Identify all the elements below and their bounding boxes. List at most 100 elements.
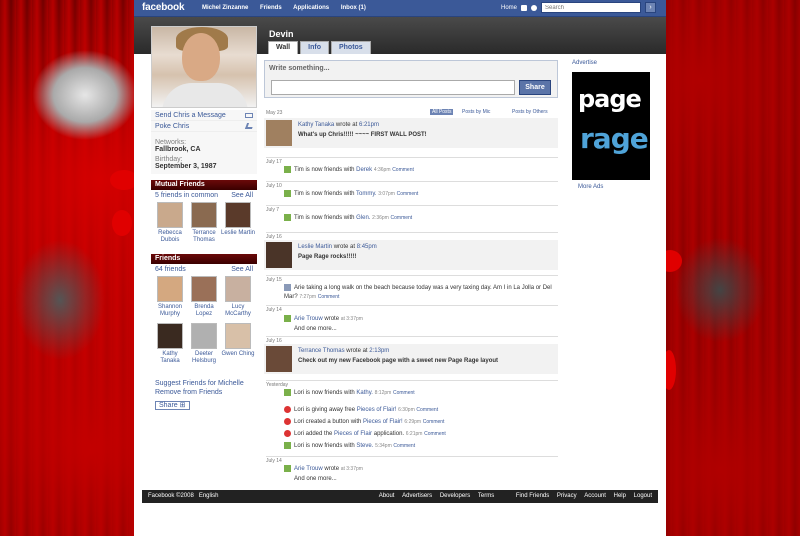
post-body: Page Rage rocks!!!!! (298, 254, 357, 260)
filter-date: May 23 (266, 110, 283, 116)
right-column: Advertise page rage More Ads (566, 60, 656, 190)
post-body: Check out my new Facebook page with a sw… (298, 358, 499, 364)
friend-tile[interactable]: Deeter Helsburg (187, 322, 221, 365)
status-icon (284, 284, 291, 291)
page-rage-ad[interactable]: page rage (572, 72, 650, 180)
friend-tile[interactable]: Brenda Lopez (187, 275, 221, 318)
friend-photo[interactable] (157, 202, 183, 228)
post-author[interactable]: Leslie Martin (298, 244, 332, 250)
friend-name[interactable]: Terrance Thomas (187, 230, 221, 244)
date-divider: July 17 (266, 157, 558, 165)
profile-picture[interactable] (151, 26, 257, 108)
home-link[interactable]: Home (501, 5, 517, 11)
friend-name[interactable]: Shannon Murphy (153, 304, 187, 318)
footer-link-privacy[interactable]: Privacy (557, 493, 577, 499)
left-column: Send Chris a Message Poke Chris Networks… (151, 110, 257, 410)
post-author[interactable]: Terrance Thomas (298, 348, 345, 354)
friend-photo[interactable] (191, 323, 217, 349)
friend-name[interactable]: Deeter Helsburg (187, 351, 221, 365)
friend-photo[interactable] (157, 276, 183, 302)
composer-share-button[interactable]: Share (519, 80, 551, 95)
share-profile-button[interactable]: Share ⊞ (155, 401, 190, 410)
tab-info[interactable]: Info (300, 41, 329, 54)
date-divider: July 15 (266, 275, 558, 283)
poke-row[interactable]: Poke Chris (151, 121, 257, 132)
footer-link-help[interactable]: Help (614, 493, 626, 499)
friend-photo[interactable] (191, 276, 217, 302)
friends-see-all[interactable]: See All (231, 266, 253, 273)
footer-link-find-friends[interactable]: Find Friends (516, 493, 549, 499)
friend-tile[interactable]: Lucy McCarthy (221, 275, 255, 318)
post-avatar[interactable] (266, 242, 292, 268)
nav-item-inbox[interactable]: Inbox (1) (341, 5, 366, 11)
feed-story: Lori added the Pieces of Flair applicati… (284, 430, 446, 437)
friend-photo[interactable] (225, 276, 251, 302)
suggest-friends-link[interactable]: Suggest Friends for Michelle (155, 379, 257, 388)
remove-friend-link[interactable]: Remove from Friends (155, 388, 257, 397)
send-message-row[interactable]: Send Chris a Message (151, 110, 257, 121)
friend-photo[interactable] (157, 323, 183, 349)
date-divider: July 14 (266, 456, 558, 464)
facebook-logo[interactable]: facebook (142, 2, 185, 13)
footer-link-developers[interactable]: Developers (440, 493, 470, 499)
feed-story: Lori is giving away free Pieces of Flair… (284, 406, 438, 413)
friend-tile[interactable]: Leslie Martin (221, 201, 255, 244)
top-navigation-bar: facebook Michel Zinzanne Friends Applica… (134, 0, 666, 17)
lock-icon[interactable] (521, 4, 527, 11)
date-divider: July 7 (266, 205, 558, 213)
post-author[interactable]: Kathy Tanaka (298, 122, 334, 128)
friend-tile[interactable]: Terrance Thomas (187, 201, 221, 244)
friend-photo[interactable] (225, 323, 251, 349)
friend-name[interactable]: Kathy Tanaka (153, 351, 187, 365)
wall-post: Leslie Martin wrote at 8:45pm Page Rage … (264, 240, 558, 270)
friends-count[interactable]: 64 friends (155, 266, 186, 273)
filter-posts-by-mic[interactable]: Posts by Mic (462, 109, 490, 115)
friends-icon (284, 214, 291, 221)
footer-link-terms[interactable]: Terms (478, 493, 494, 499)
mutual-friends-header: Mutual Friends (151, 180, 257, 190)
friend-photo[interactable] (225, 202, 251, 228)
nav-item-friends[interactable]: Friends (260, 5, 282, 11)
post-avatar[interactable] (266, 346, 292, 372)
search-icon[interactable]: › (645, 2, 656, 13)
friend-name[interactable]: Brenda Lopez (187, 304, 221, 318)
footer-copyright: Facebook ©2008 (148, 493, 194, 499)
wall-post: Kathy Tanaka wrote at 6:21pm What's up C… (264, 118, 558, 148)
more-ads-link[interactable]: More Ads (578, 184, 656, 190)
mutual-see-all[interactable]: See All (231, 192, 253, 199)
footer-link-about[interactable]: About (379, 493, 395, 499)
friend-photo[interactable] (191, 202, 217, 228)
nav-item-profile[interactable]: Michel Zinzanne (202, 5, 248, 11)
send-message-link[interactable]: Send Chris a Message (155, 112, 226, 119)
friend-tile[interactable]: Gwen Ching (221, 322, 255, 365)
plus-icon: ⊞ (179, 402, 186, 409)
friend-tile[interactable]: Shannon Murphy (153, 275, 187, 318)
mutual-count[interactable]: 5 friends in common (155, 192, 218, 199)
friend-name[interactable]: Leslie Martin (221, 230, 255, 237)
footer-language[interactable]: English (199, 493, 219, 499)
post-avatar[interactable] (266, 120, 292, 146)
tab-photos[interactable]: Photos (330, 41, 371, 54)
footer-link-account[interactable]: Account (584, 493, 606, 499)
tab-wall[interactable]: Wall (268, 41, 299, 54)
poke-link[interactable]: Poke Chris (155, 123, 189, 130)
filter-posts-by-others[interactable]: Posts by Others (512, 109, 548, 115)
flair-icon (284, 430, 291, 437)
friend-tile[interactable]: Rebecca Dubois (153, 201, 187, 244)
friend-name[interactable]: Gwen Ching (221, 351, 255, 358)
feed-story: Arie Trouw wrote at 3:37pm And one more..… (284, 464, 363, 484)
friend-name[interactable]: Rebecca Dubois (153, 230, 187, 244)
friend-tile[interactable]: Kathy Tanaka (153, 322, 187, 365)
footer-link-advertisers[interactable]: Advertisers (402, 493, 432, 499)
advertise-link[interactable]: Advertise (572, 60, 656, 66)
search-input[interactable] (541, 2, 641, 13)
friend-name[interactable]: Lucy McCarthy (221, 304, 255, 318)
footer-link-logout[interactable]: Logout (634, 493, 652, 499)
friends-grid: Shannon Murphy Brenda Lopez Lucy McCarth… (151, 275, 257, 369)
composer-input[interactable] (271, 80, 515, 95)
filter-all-posts[interactable]: All Posts (430, 109, 454, 115)
nav-item-applications[interactable]: Applications (293, 5, 329, 11)
top-right-controls: Home › (501, 2, 656, 13)
person-icon[interactable] (531, 4, 537, 11)
wall-post: Terrance Thomas wrote at 2:13pm Check ou… (264, 344, 558, 374)
